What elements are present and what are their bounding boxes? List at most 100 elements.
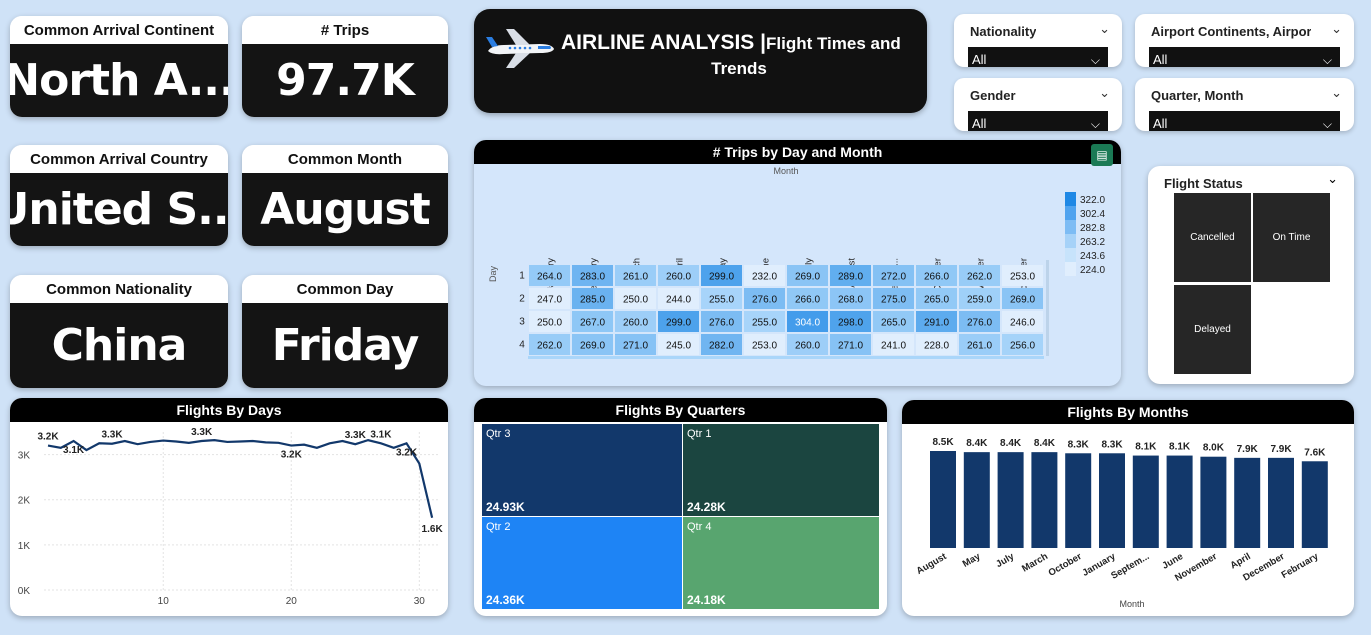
month-bar[interactable]: [1099, 453, 1125, 548]
quarter-value: 24.36K: [486, 593, 525, 607]
kpi-title: Common Arrival Continent: [10, 16, 228, 44]
heatmap-cell-value: 266.0: [924, 272, 949, 283]
month-bar[interactable]: [1234, 457, 1261, 548]
slicer-dropdown[interactable]: All ⌵: [1149, 111, 1340, 131]
heatmap-cell-value: 250.0: [537, 318, 562, 329]
x-tick-label: 10: [158, 596, 170, 607]
slicer-quarter-month[interactable]: Quarter, Month ⌄ All ⌵: [1135, 78, 1354, 131]
heatmap-cell-value: 255.0: [709, 295, 734, 306]
month-bar[interactable]: [930, 451, 956, 548]
panel-title: # Trips by Day and Month: [474, 140, 1121, 164]
panel-title: Flights By Days: [10, 398, 448, 422]
slicer-gender[interactable]: Gender ⌄ All ⌵: [954, 78, 1122, 131]
slicer-airport-continents[interactable]: Airport Continents, Airport ... ⌄ All⌵: [1135, 14, 1354, 67]
heatmap-legend-label: 322.0: [1080, 195, 1105, 206]
quarter-label: Qtr 3: [486, 428, 511, 440]
chevron-down-icon[interactable]: ⌵: [1323, 47, 1332, 73]
title-main: AIRLINE ANALYSIS |: [561, 31, 767, 54]
chevron-down-icon[interactable]: ⌄: [1327, 172, 1338, 187]
chevron-down-icon[interactable]: ⌄: [1331, 86, 1342, 101]
bar-data-label: 8.4K: [1000, 438, 1022, 449]
heatmap-cell-value: 265.0: [881, 318, 906, 329]
quarter-label: Qtr 4: [687, 521, 712, 533]
line-series[interactable]: [47, 438, 434, 519]
heatmap-scrollbar[interactable]: [1046, 260, 1049, 356]
heatmap-cell-value: 285.0: [580, 295, 605, 306]
slicer-value: All: [972, 52, 987, 67]
slicer-nationality[interactable]: Nationality ⌄ All ⌵: [954, 14, 1122, 67]
y-tick-label: 3K: [18, 451, 31, 462]
data-label: 3.2K: [37, 432, 59, 443]
x-category-label: August: [915, 551, 950, 577]
heatmap-cell-value: 269.0: [580, 341, 605, 352]
month-bar[interactable]: [1301, 461, 1328, 548]
month-bar[interactable]: [1065, 453, 1092, 548]
slicer-dropdown[interactable]: All ⌵: [1149, 47, 1340, 67]
heatmap-row-partial: [528, 356, 1044, 359]
kpi-title: Common Nationality: [10, 275, 228, 303]
status-tile-cancelled[interactable]: Cancelled: [1174, 193, 1251, 282]
heatmap-cell-value: 289.0: [838, 272, 863, 283]
month-bar[interactable]: [963, 452, 990, 548]
x-category-label: October: [1047, 551, 1084, 579]
chevron-down-icon[interactable]: ⌵: [1091, 111, 1100, 137]
slicer-dropdown[interactable]: All ⌵: [968, 47, 1108, 67]
kpi-title: Common Day: [242, 275, 448, 303]
panel-title: Flights By Quarters: [474, 398, 887, 422]
status-tile-delayed[interactable]: Delayed: [1174, 285, 1251, 374]
status-tile-on-time[interactable]: On Time: [1253, 193, 1330, 282]
bar-data-label: 8.5K: [932, 437, 954, 448]
chevron-down-icon[interactable]: ⌄: [1331, 22, 1342, 37]
data-label: 3.3K: [345, 430, 367, 441]
heatmap-cell-value: 232.0: [752, 272, 777, 283]
heatmap-cell-value: 260.0: [795, 341, 820, 352]
heatmap-day-label: 1: [519, 271, 525, 282]
y-tick-label: 1K: [18, 541, 31, 552]
heatmap-legend-swatch: [1065, 262, 1076, 276]
flight-status-title: Flight Status: [1164, 176, 1243, 191]
flight-status-slicer[interactable]: Flight Status ⌄ Cancelled On Time Delaye…: [1148, 166, 1354, 384]
heatmap-cell-value: 269.0: [795, 272, 820, 283]
heatmap-legend-swatch: [1065, 220, 1076, 234]
month-bar[interactable]: [1031, 452, 1058, 548]
month-bar[interactable]: [1268, 457, 1294, 548]
heatmap-cell-value: 250.0: [623, 295, 648, 306]
data-label: 3.3K: [101, 430, 123, 441]
data-label: 1.6K: [422, 524, 444, 535]
slicer-label: Nationality: [970, 24, 1037, 39]
kpi-title: Common Arrival Country: [10, 145, 228, 173]
chevron-down-icon[interactable]: ⌄: [1099, 86, 1110, 101]
chevron-down-icon[interactable]: ⌵: [1323, 111, 1332, 137]
month-bar[interactable]: [1166, 455, 1193, 548]
flights-by-months-panel: Flights By Months 8.5K August 8.4K May 8.4K J…: [902, 400, 1354, 616]
heatmap-legend-swatch: [1065, 248, 1076, 262]
slicer-dropdown[interactable]: All ⌵: [968, 111, 1108, 131]
slicer-value: All: [1153, 116, 1168, 131]
heatmap-cell-value: 253.0: [752, 341, 777, 352]
bar-data-label: 8.0K: [1203, 443, 1225, 454]
heatmap-cell-value: 262.0: [967, 272, 992, 283]
chevron-down-icon[interactable]: ⌵: [1091, 47, 1100, 73]
quarter-tile-q2[interactable]: Qtr 2 24.36K: [482, 517, 682, 609]
heatmap-legend-swatch: [1065, 234, 1076, 248]
heatmap-cell-value: 253.0: [1010, 272, 1035, 283]
heatmap-cell-value: 261.0: [967, 341, 992, 352]
heatmap-cell-value: 245.0: [666, 341, 691, 352]
quarter-tile-q1[interactable]: Qtr 1 24.28K: [683, 424, 879, 516]
heatmap-col-axis-label: Month: [773, 166, 798, 176]
month-bar[interactable]: [997, 452, 1024, 548]
heatmap-cell-value: 276.0: [967, 318, 992, 329]
chevron-down-icon[interactable]: ⌄: [1099, 22, 1110, 37]
kpi-value: August: [242, 173, 448, 246]
heatmap-day-label: 2: [519, 294, 525, 305]
dashboard-title-box: AIRLINE ANALYSIS | Flight Times and Tren…: [474, 9, 927, 113]
kpi-title: Common Month: [242, 145, 448, 173]
month-bar[interactable]: [1200, 456, 1227, 548]
comment-icon[interactable]: ▤: [1091, 144, 1113, 166]
quarter-tile-q3[interactable]: Qtr 3 24.93K: [482, 424, 682, 516]
quarter-tile-q4[interactable]: Qtr 4 24.18K: [683, 517, 879, 609]
heatmap-cell-value: 262.0: [537, 341, 562, 352]
heatmap-legend-label: 282.8: [1080, 223, 1105, 234]
month-bar[interactable]: [1132, 455, 1159, 548]
x-category-label: July: [994, 551, 1017, 570]
